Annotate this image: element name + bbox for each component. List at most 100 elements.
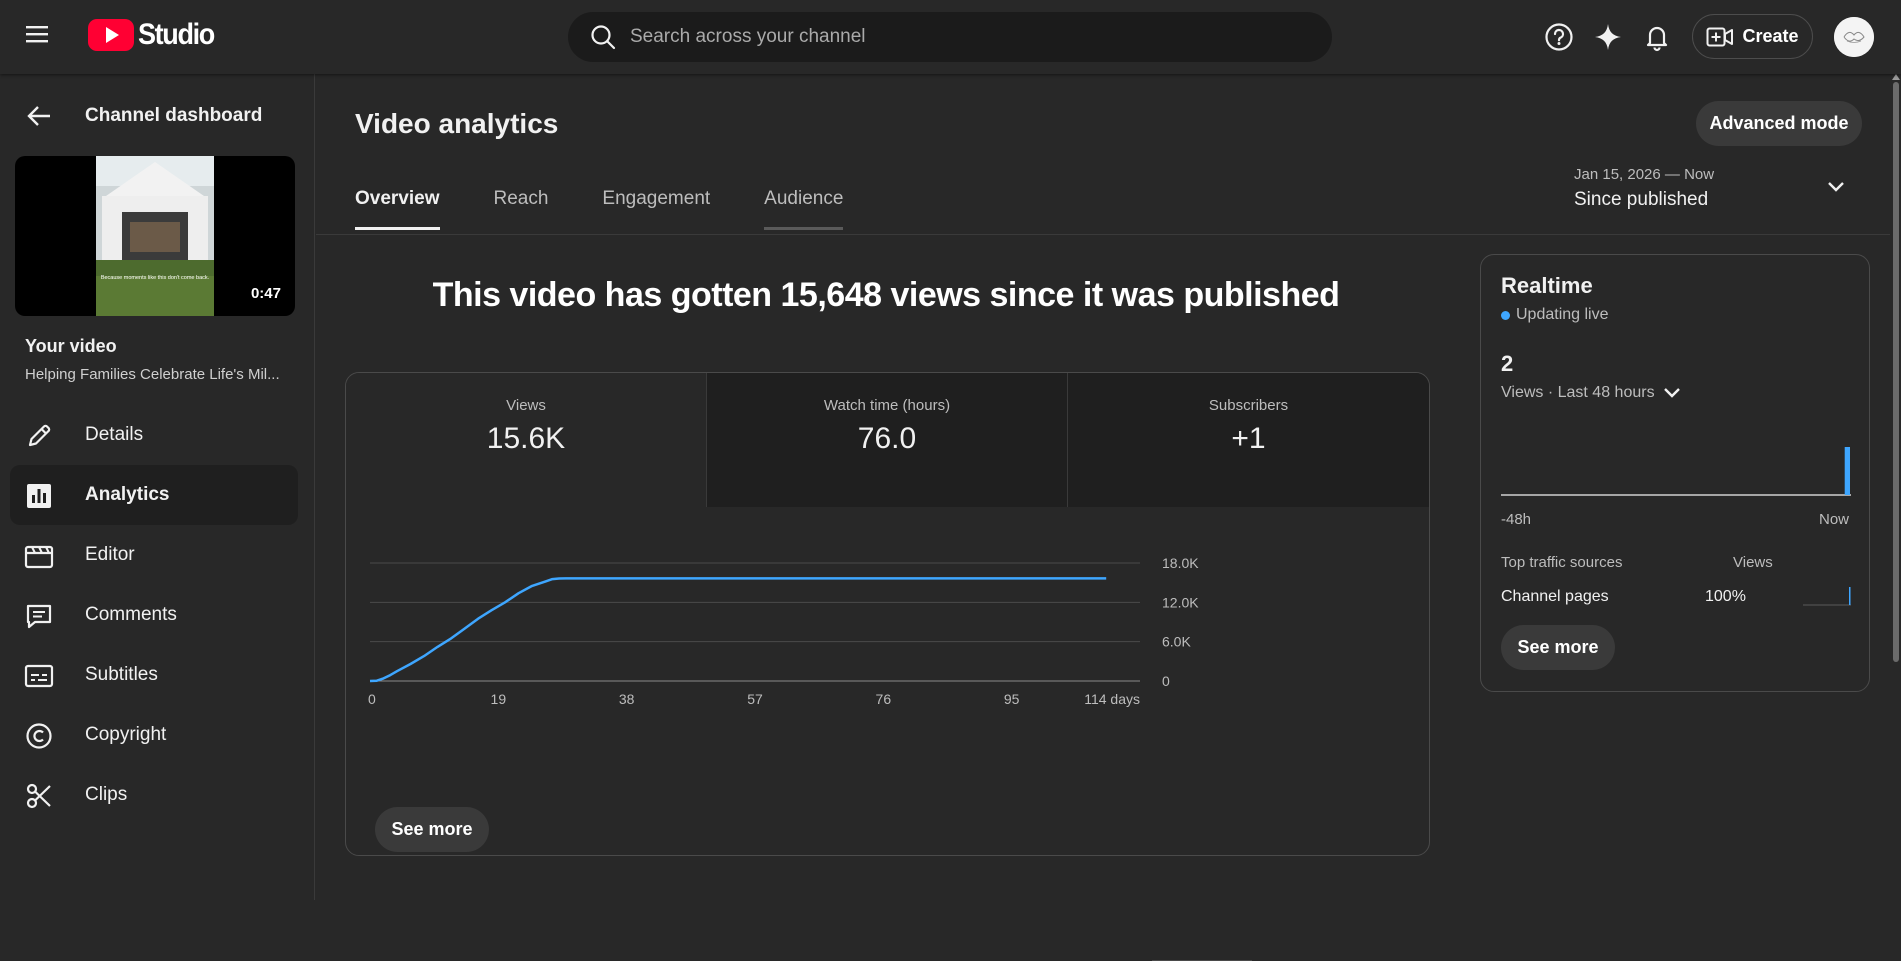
subtitles-icon <box>24 661 54 691</box>
scroll-up-arrow-icon[interactable] <box>1892 74 1900 80</box>
metric-value: +1 <box>1231 422 1266 455</box>
scrollbar[interactable] <box>1890 74 1901 900</box>
views-line-chart: 0 6.0K 12.0K 18.0K 0 19 38 57 76 95 114 days <box>368 555 1199 707</box>
back-to-channel-dashboard[interactable]: Channel dashboard <box>0 94 315 138</box>
views-series-line <box>369 577 1107 683</box>
help-icon[interactable] <box>1542 20 1576 54</box>
share-bar <box>1849 587 1851 605</box>
chevron-down-icon <box>1663 388 1680 398</box>
realtime-bar[interactable] <box>1844 447 1850 495</box>
notifications-bell-icon[interactable] <box>1640 20 1674 54</box>
analytics-icon <box>24 481 54 511</box>
account-avatar[interactable] <box>1834 17 1874 57</box>
metric-value: 15.6K <box>486 422 566 455</box>
x-tick-label: 95 <box>1004 691 1020 707</box>
studio-logo[interactable]: Studio <box>88 18 222 52</box>
date-range-dates: Jan 15, 2026 — Now <box>1574 166 1715 183</box>
pencil-icon <box>24 421 54 451</box>
realtime-period-label: Views · Last 48 hours <box>1501 384 1655 401</box>
sidebar-item-label: Clips <box>85 784 128 805</box>
sidebar-item-label: Subtitles <box>85 664 158 685</box>
tab-reach[interactable]: Reach <box>494 170 549 230</box>
sidebar-item-label: Details <box>85 424 144 445</box>
thumbnail-image: Because moments like this don't come bac… <box>96 156 214 316</box>
your-video-title: Your video <box>25 336 117 356</box>
video-duration: 0:47 <box>250 285 281 302</box>
date-range-label: Since published <box>1574 189 1709 210</box>
main-content: Video analytics Advanced mode Overview R… <box>316 74 1890 961</box>
search-icon <box>591 25 616 50</box>
scroll-thumb[interactable] <box>1893 82 1899 662</box>
x-tick-label: 114 days <box>1084 691 1140 707</box>
tab-overview[interactable]: Overview <box>355 170 440 230</box>
x-tick-label: 0 <box>368 691 376 707</box>
realtime-period-selector[interactable]: Views · Last 48 hours <box>1501 384 1681 402</box>
tabs-divider <box>316 234 1890 235</box>
sidebar-item-details[interactable]: Details <box>10 405 298 465</box>
realtime-card: Realtime Updating live 2 Views · Last 48… <box>1480 254 1870 692</box>
search-bar[interactable] <box>568 12 1332 62</box>
chevron-down-icon[interactable] <box>1826 180 1846 194</box>
realtime-title: Realtime <box>1501 273 1593 298</box>
sidebar-item-subtitles[interactable]: Subtitles <box>10 645 298 705</box>
metric-label: Watch time (hours) <box>823 397 951 414</box>
traffic-source-name: Channel pages <box>1501 588 1609 605</box>
realtime-see-more-button[interactable]: See more <box>1501 625 1615 670</box>
copyright-icon <box>24 721 54 751</box>
clapperboard-icon <box>24 541 54 571</box>
tab-audience[interactable]: Audience <box>764 170 844 230</box>
analytics-tabs: Overview Reach Engagement Audience <box>355 170 897 230</box>
date-range-picker[interactable]: Jan 15, 2026 — Now Since published <box>1574 166 1714 211</box>
search-input[interactable] <box>630 26 1280 48</box>
overview-chart-card: Views 15.6K Watch time (hours) 76.0 Subs… <box>345 372 1430 856</box>
metric-label: Subscribers <box>1208 397 1289 414</box>
video-add-icon <box>1706 27 1734 46</box>
youtube-logo-icon <box>88 19 134 51</box>
metric-tabs: Views 15.6K Watch time (hours) 76.0 Subs… <box>346 373 1429 507</box>
realtime-count: 2 <box>1501 351 1514 376</box>
y-tick-label: 0 <box>1162 673 1170 689</box>
traffic-views-header: Views <box>1733 554 1773 571</box>
create-label: Create <box>1742 26 1799 46</box>
sidebar: Channel dashboard Because moments like t… <box>0 74 315 900</box>
traffic-sources-header: Top traffic sources <box>1501 554 1623 571</box>
sidebar-item-label: Editor <box>85 544 135 565</box>
views-headline: This video has gotten 15,648 views since… <box>432 276 1340 314</box>
sidebar-item-copyright[interactable]: Copyright <box>10 705 298 765</box>
live-dot-icon <box>1501 310 1510 320</box>
hamburger-menu-icon[interactable] <box>24 23 60 51</box>
tab-engagement[interactable]: Engagement <box>602 170 710 230</box>
realtime-status: Updating live <box>1501 306 1609 324</box>
comment-icon <box>24 601 54 631</box>
video-thumbnail[interactable]: Because moments like this don't come bac… <box>15 156 295 316</box>
sidebar-item-editor[interactable]: Editor <box>10 525 298 585</box>
realtime-axis-end: Now <box>1818 511 1849 528</box>
advanced-mode-button[interactable]: Advanced mode <box>1696 101 1862 146</box>
top-bar: Studio Create <box>0 0 1901 74</box>
metric-views[interactable]: Views 15.6K <box>346 373 707 507</box>
logo-text: Studio <box>138 18 215 51</box>
create-button[interactable]: Create <box>1692 14 1813 59</box>
realtime-status-text: Updating live <box>1516 306 1609 323</box>
back-label: Channel dashboard <box>85 105 263 126</box>
x-tick-label: 57 <box>747 691 763 707</box>
x-tick-label: 19 <box>491 691 507 707</box>
sidebar-item-analytics[interactable]: Analytics <box>10 465 298 525</box>
y-tick-label: 18.0K <box>1162 555 1199 571</box>
realtime-bar-chart <box>1501 447 1851 496</box>
scissors-icon <box>24 781 54 811</box>
arrow-back-icon <box>27 106 50 126</box>
sidebar-item-label: Copyright <box>85 724 167 745</box>
traffic-share-bar <box>1803 587 1851 606</box>
metric-label: Views <box>506 397 546 414</box>
metric-watch-time[interactable]: Watch time (hours) 76.0 <box>707 373 1068 507</box>
sidebar-item-comments[interactable]: Comments <box>10 585 298 645</box>
sidebar-item-clips[interactable]: Clips <box>10 765 298 825</box>
realtime-axis-start: -48h <box>1501 511 1532 528</box>
sparkle-icon[interactable] <box>1591 20 1625 54</box>
see-more-button[interactable]: See more <box>375 807 489 852</box>
traffic-source-percent: 100% <box>1705 588 1746 605</box>
metric-subscribers[interactable]: Subscribers +1 <box>1068 373 1429 507</box>
page-title: Video analytics <box>355 108 559 139</box>
metric-value: 76.0 <box>857 422 917 455</box>
